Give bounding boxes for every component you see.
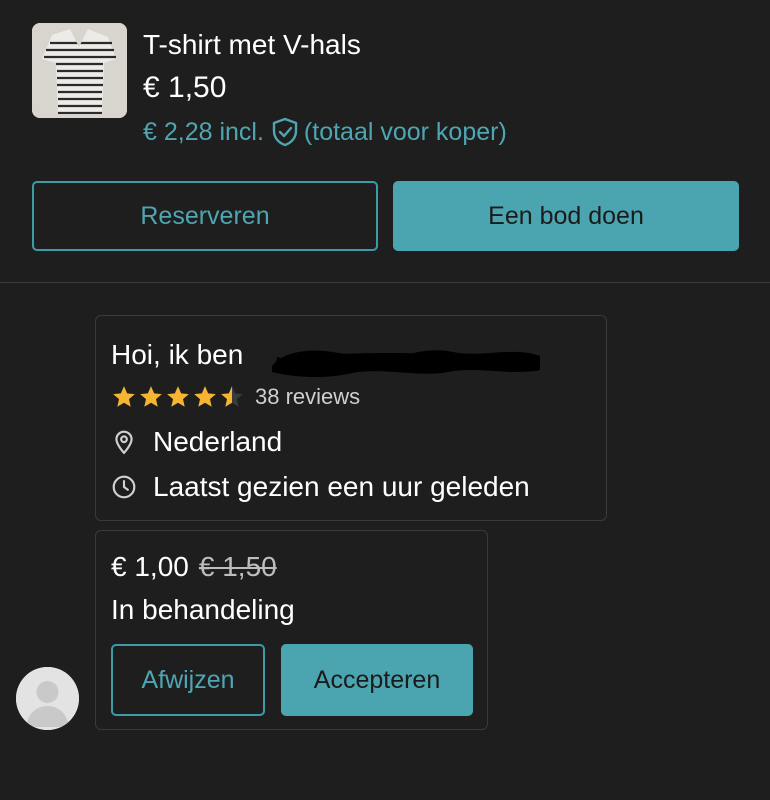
make-offer-button[interactable]: Een bod doen — [393, 181, 739, 251]
accept-offer-button[interactable]: Accepteren — [281, 644, 473, 716]
offer-original-price: € 1,50 — [198, 551, 277, 582]
star-half-icon — [219, 384, 245, 410]
last-seen-text: Laatst gezien een uur geleden — [153, 471, 530, 502]
star-full-icon — [192, 384, 218, 410]
star-full-icon — [138, 384, 164, 410]
offer-prices: € 1,00 € 1,50 — [111, 551, 277, 585]
tshirt-photo — [32, 23, 127, 118]
price-incl-note: (totaal voor koper) — [303, 117, 507, 146]
conversation-screen: T-shirt met V-hals € 1,50 € 2,28 incl. (… — [0, 0, 770, 800]
seller-last-seen: Laatst gezien een uur geleden — [111, 469, 530, 505]
product-price: € 1,50 — [143, 71, 227, 104]
seller-intro-card: Hoi, ik ben 38 reviews Nederland Laatst … — [95, 315, 607, 521]
offer-new-price: € 1,00 — [111, 551, 189, 582]
seller-location: Nederland — [111, 424, 282, 460]
product-thumbnail[interactable] — [32, 23, 127, 118]
star-full-icon — [165, 384, 191, 410]
price-incl-value: € 2,28 incl. — [143, 117, 264, 146]
product-title[interactable]: T-shirt met V-hals — [143, 28, 361, 62]
location-text: Nederland — [153, 426, 283, 457]
seller-rating[interactable]: 38 reviews — [111, 382, 360, 412]
price-incl-protection[interactable]: € 2,28 incl. (totaal voor koper) — [143, 116, 507, 148]
avatar[interactable] — [16, 667, 79, 730]
reviews-count[interactable]: 38 reviews — [255, 384, 360, 410]
reject-offer-button[interactable]: Afwijzen — [111, 644, 265, 716]
product-summary: T-shirt met V-hals € 1,50 € 2,28 incl. (… — [0, 0, 770, 282]
location-pin-icon — [111, 429, 137, 455]
default-user-icon — [16, 667, 79, 730]
rating-stars — [111, 384, 245, 410]
shield-check-icon — [272, 117, 298, 147]
redacted-name-scribble — [272, 350, 540, 378]
offer-card: € 1,00 € 1,50 In behandeling Afwijzen Ac… — [95, 530, 488, 730]
section-divider — [0, 282, 770, 283]
reserve-button[interactable]: Reserveren — [32, 181, 378, 251]
clock-icon — [111, 474, 137, 500]
star-full-icon — [111, 384, 137, 410]
seller-greeting: Hoi, ik ben — [111, 339, 244, 370]
offer-status: In behandeling — [111, 594, 295, 625]
